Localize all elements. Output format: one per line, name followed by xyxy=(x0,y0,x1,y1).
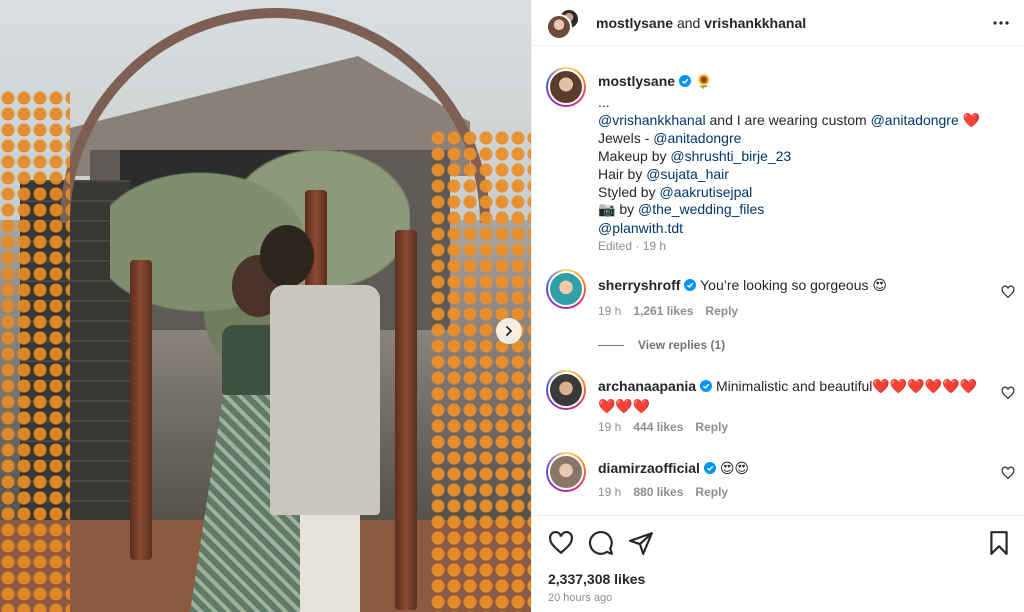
comment-text: sherryshroff You’re looking so gorgeous … xyxy=(598,276,978,296)
caption-line: Jewels - @anitadongre xyxy=(598,130,1008,148)
author-link[interactable]: mostlysane xyxy=(596,15,673,31)
caption-text-part: and I are wearing custom xyxy=(705,111,871,128)
emoji: 😍 xyxy=(872,278,887,294)
comment-likes[interactable]: 444 likes xyxy=(633,420,683,434)
collab-avatars[interactable] xyxy=(546,8,580,42)
comment-text: diamirzaofficial 😍😍 xyxy=(598,459,978,479)
divider xyxy=(598,344,624,346)
mention-link[interactable]: @anitadongre xyxy=(653,130,741,146)
more-horizontal-icon xyxy=(993,21,1009,25)
comment-username[interactable]: sherryshroff xyxy=(598,277,680,293)
caption-line: ... xyxy=(598,94,610,110)
comment-text: archanaapania Minimalistic and beautiful… xyxy=(598,377,978,417)
and-label: and xyxy=(676,15,701,31)
caption-username[interactable]: mostlysane xyxy=(598,73,675,89)
heart-icon[interactable] xyxy=(1001,386,1015,400)
comments-section: mostlysane 🌻 ... @vrishankkhanal and I a… xyxy=(532,47,1024,515)
comment-time: 19 h xyxy=(598,420,622,434)
next-image-button[interactable] xyxy=(496,318,522,344)
photo-pillar xyxy=(395,230,417,610)
caption-line: Makeup by @shrushti_birje_23 xyxy=(598,148,1008,166)
comment-username[interactable]: diamirzaofficial xyxy=(598,460,700,476)
caption-text-part: Styled by xyxy=(598,183,660,200)
avatar[interactable] xyxy=(546,269,586,309)
verified-badge-icon xyxy=(679,75,692,87)
heart-icon[interactable] xyxy=(1001,466,1015,480)
post-sidebar: mostlysane and vrishankkhanal mostlysane… xyxy=(531,0,1024,612)
comment-meta: 19 h 1,261 likes Reply xyxy=(598,304,750,318)
photo-man xyxy=(250,225,380,612)
caption-text-part: Makeup by xyxy=(598,148,671,165)
comment-time: 19 h xyxy=(598,485,622,499)
mention-link[interactable]: @anitadongre xyxy=(871,112,959,128)
avatar[interactable] xyxy=(546,452,586,492)
post-authors: mostlysane and vrishankkhanal xyxy=(596,15,806,31)
photo-pillar xyxy=(130,260,152,560)
post-header: mostlysane and vrishankkhanal xyxy=(532,0,1024,46)
view-replies-label: View replies (1) xyxy=(638,338,726,352)
avatar[interactable] xyxy=(546,67,586,107)
author-link[interactable]: vrishankkhanal xyxy=(704,15,806,31)
mention-link[interactable]: @planwith.tdt xyxy=(598,220,683,236)
like-count[interactable]: 2,337,308 likes xyxy=(548,571,645,587)
mention-link[interactable]: @the_wedding_files xyxy=(638,201,764,217)
caption-header: mostlysane 🌻 xyxy=(598,73,712,90)
mention-link[interactable]: @sujata_hair xyxy=(646,166,729,182)
mention-link[interactable]: @aakrutisejpal xyxy=(659,184,752,200)
verified-badge-icon xyxy=(700,380,713,392)
comment-meta: 19 h 880 likes Reply xyxy=(598,485,740,499)
sunflower-emoji: 🌻 xyxy=(694,74,713,90)
post-photo[interactable] xyxy=(0,0,531,612)
photo-marigold-garland xyxy=(0,90,70,612)
comment-likes[interactable]: 880 likes xyxy=(633,485,683,499)
instagram-post: mostlysane and vrishankkhanal mostlysane… xyxy=(0,0,1024,612)
caption-line: @planwith.tdt xyxy=(598,220,1008,238)
caption-text: ... @vrishankkhanal and I are wearing cu… xyxy=(598,94,1008,238)
camera-emoji: 📷 xyxy=(598,202,616,219)
comment-likes[interactable]: 1,261 likes xyxy=(633,304,693,318)
caption-text-part: by xyxy=(615,201,639,218)
caption-meta: Edited · 19 h xyxy=(598,239,667,253)
post-actions: 2,337,308 likes 20 hours ago xyxy=(532,515,1024,612)
more-options-button[interactable] xyxy=(990,13,1012,33)
comment-body: You’re looking so gorgeous xyxy=(700,277,869,293)
comment-time: 19 h xyxy=(598,304,622,318)
emoji: 😍😍 xyxy=(719,461,750,477)
comment-icon[interactable] xyxy=(588,530,614,556)
heart-emoji: ❤️ xyxy=(962,112,981,129)
caption-text-part: Hair by xyxy=(598,165,647,182)
comment-username[interactable]: archanaapania xyxy=(598,378,696,394)
avatar[interactable] xyxy=(546,370,586,410)
verified-badge-icon xyxy=(684,279,697,291)
heart-icon[interactable] xyxy=(548,530,574,556)
reply-button[interactable]: Reply xyxy=(695,420,728,434)
send-icon[interactable] xyxy=(628,530,654,556)
verified-badge-icon xyxy=(703,462,716,474)
caption-line: 📷 by @the_wedding_files xyxy=(598,201,1008,220)
emoji: ❤️❤️❤️ xyxy=(598,399,651,415)
post-timestamp[interactable]: 20 hours ago xyxy=(548,592,612,604)
caption-line: @vrishankkhanal and I are wearing custom… xyxy=(598,112,1008,131)
view-replies-button[interactable]: View replies (1) xyxy=(598,338,725,352)
caption-line: Hair by @sujata_hair xyxy=(598,166,1008,184)
heart-icon[interactable] xyxy=(1001,285,1015,299)
reply-button[interactable]: Reply xyxy=(705,304,738,318)
comment-meta: 19 h 444 likes Reply xyxy=(598,420,740,434)
caption-line: Styled by @aakrutisejpal xyxy=(598,184,1008,202)
caption-text-part: Jewels - xyxy=(598,130,654,147)
avatar xyxy=(546,14,572,40)
reply-button[interactable]: Reply xyxy=(695,485,728,499)
mention-link[interactable]: @shrushti_birje_23 xyxy=(670,148,791,164)
emoji: ❤️❤️❤️❤️❤️❤️ xyxy=(872,379,977,395)
photo-marigold-garland xyxy=(430,130,531,612)
mention-link[interactable]: @vrishankkhanal xyxy=(598,112,706,128)
bookmark-icon[interactable] xyxy=(986,530,1012,556)
chevron-right-icon xyxy=(506,326,513,336)
comment-body: Minimalistic and beautiful xyxy=(715,378,873,394)
